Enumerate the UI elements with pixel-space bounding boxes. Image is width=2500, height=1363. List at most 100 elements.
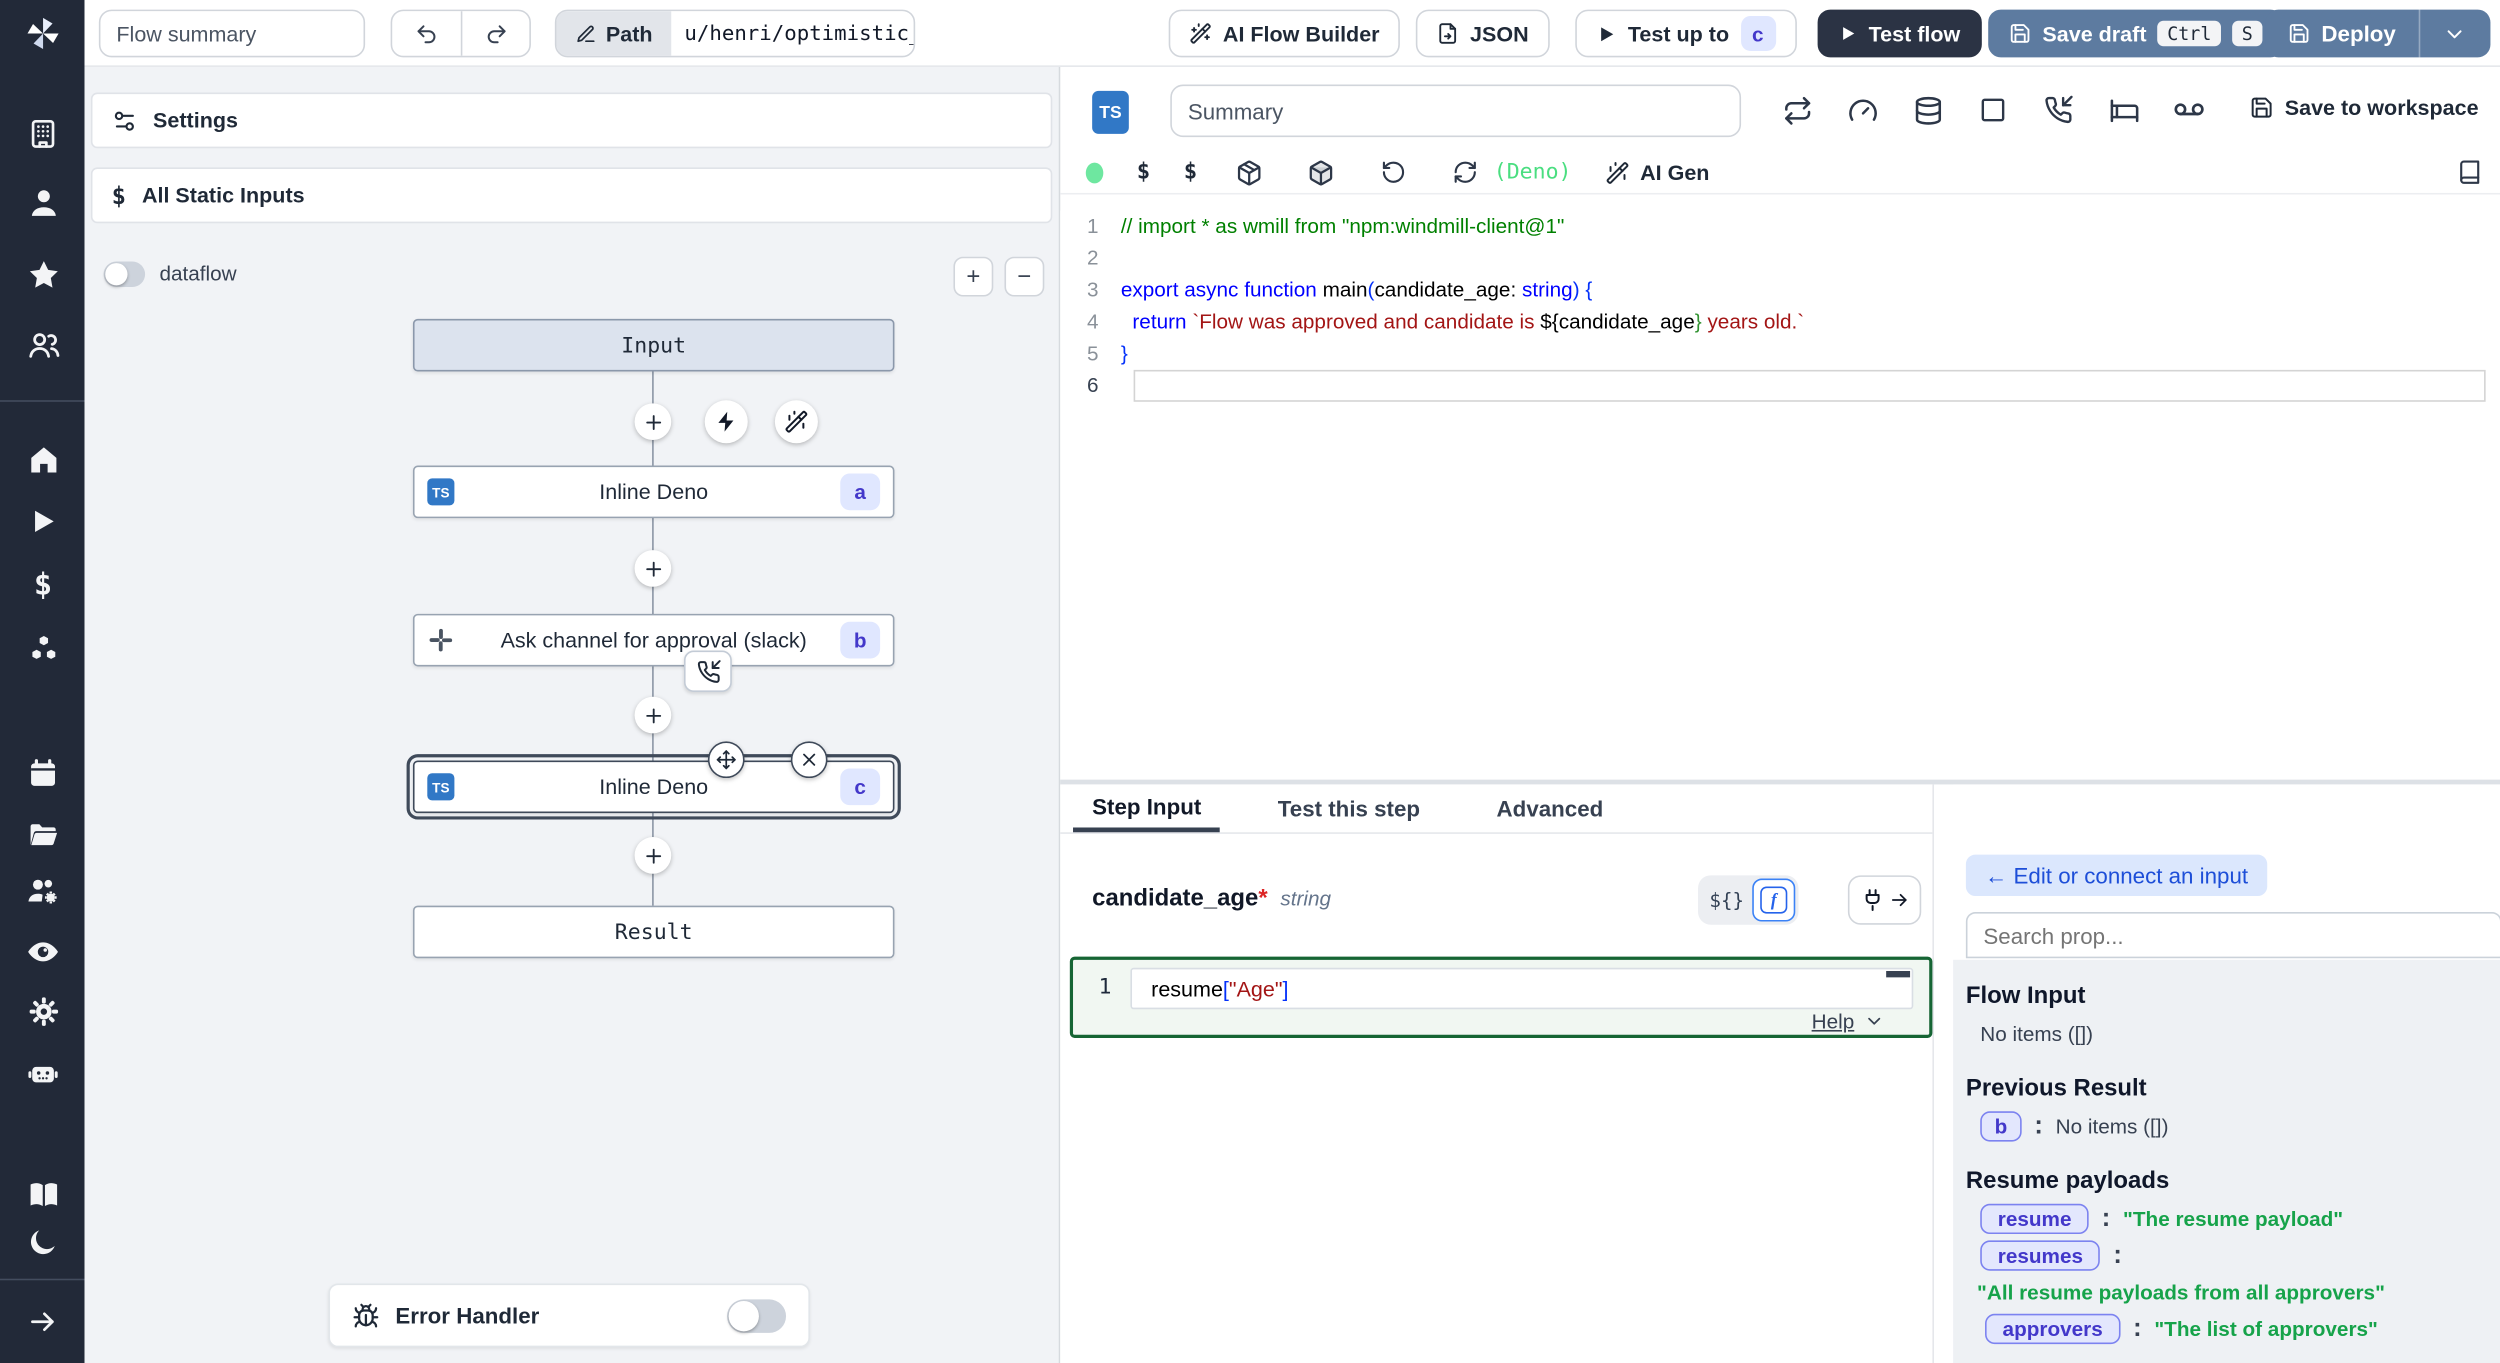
deploy-button[interactable]: Deploy <box>2266 10 2419 58</box>
home-icon[interactable] <box>26 442 61 477</box>
save-draft-button[interactable]: Save draft Ctrl S <box>1988 10 2283 58</box>
test-up-to-button[interactable]: Test up to c <box>1575 10 1796 58</box>
ai-gen-button[interactable]: AI Gen <box>1605 160 1709 184</box>
windmill-logo-icon[interactable] <box>22 13 63 54</box>
audit-eye-icon[interactable] <box>26 934 61 969</box>
add-step-button[interactable] <box>635 403 672 440</box>
search-prop-input[interactable] <box>1966 912 2500 958</box>
undo-button[interactable] <box>392 11 461 56</box>
retry-icon[interactable] <box>1778 91 1816 129</box>
deploy-dropdown-button[interactable] <box>2420 10 2490 58</box>
json-button[interactable]: JSON <box>1416 10 1550 58</box>
connect-input-button[interactable] <box>1848 875 1921 924</box>
error-handler-toggle[interactable] <box>727 1299 786 1332</box>
cache-database-icon[interactable] <box>1908 91 1946 129</box>
save-to-workspace-button[interactable]: Save to workspace <box>2250 96 2479 120</box>
prop-key-b[interactable]: b <box>1980 1111 2021 1141</box>
variables-dollar-icon[interactable]: $ <box>1137 159 1150 185</box>
reset-rotate-ccw-icon[interactable] <box>1374 153 1412 191</box>
code-line[interactable]: 3export async function main(candidate_ag… <box>1060 274 2492 306</box>
move-node-handle[interactable] <box>708 741 745 778</box>
settings-gear-icon[interactable] <box>26 993 61 1028</box>
docs-book-icon[interactable] <box>26 1177 61 1212</box>
editor-toolbar: $ $ (Deno) AI Gen <box>1060 151 2500 194</box>
ai-flow-builder-button[interactable]: AI Flow Builder <box>1169 10 1401 58</box>
suspend-phone-icon[interactable] <box>2039 91 2077 129</box>
save-icon <box>2250 96 2274 120</box>
tab-test-this-step[interactable]: Test this step <box>1259 784 1439 832</box>
flow-summary-input[interactable] <box>99 10 365 58</box>
path-edit-button[interactable]: Path <box>556 11 671 56</box>
add-step-button[interactable] <box>635 550 672 587</box>
expand-arrow-icon[interactable] <box>26 1304 61 1339</box>
runtime-switcher[interactable]: (Deno) <box>1446 153 1572 191</box>
flow-input-node[interactable]: Input <box>413 319 895 372</box>
add-step-button[interactable] <box>635 837 672 874</box>
code-line[interactable]: 6 <box>1060 370 2492 402</box>
template-mode-button[interactable]: ${} <box>1701 889 1752 911</box>
flow-result-node[interactable]: Result <box>413 906 895 959</box>
tab-advanced[interactable]: Advanced <box>1477 784 1622 832</box>
favorites-star-icon[interactable] <box>26 257 61 292</box>
early-stop-icon[interactable] <box>1974 91 2012 129</box>
sleep-bed-icon[interactable] <box>2105 91 2143 129</box>
folders-icon[interactable] <box>26 816 61 851</box>
resources-dollar-icon[interactable]: $ <box>1184 159 1197 185</box>
code-line[interactable]: 5} <box>1060 338 2492 370</box>
help-link[interactable]: Help <box>1812 1009 1855 1033</box>
chevron-down-icon[interactable] <box>1864 1011 1885 1032</box>
delete-node-button[interactable] <box>791 741 828 778</box>
path-value-input[interactable]: u/henri/optimistic_flo <box>672 11 914 56</box>
code-line[interactable]: 2 <box>1060 242 2492 274</box>
expression-editor[interactable]: 1 resume["Age"] Help <box>1070 957 1933 1038</box>
runs-play-icon[interactable] <box>26 504 61 539</box>
runtime-label: (Deno) <box>1494 159 1572 185</box>
dark-mode-moon-icon[interactable] <box>26 1224 61 1259</box>
library-icon[interactable] <box>2451 153 2489 191</box>
mock-voicemail-icon[interactable] <box>2170 91 2208 129</box>
code-line[interactable]: 4 return `Flow was approved and candidat… <box>1060 306 2492 338</box>
suspend-approval-badge[interactable] <box>684 651 732 692</box>
test-flow-button[interactable]: Test flow <box>1818 10 1981 58</box>
trigger-zap-button[interactable] <box>705 400 748 443</box>
colon: : <box>2102 1205 2110 1234</box>
error-handler-bar[interactable]: Error Handler <box>328 1283 810 1347</box>
zoom-in-button[interactable]: + <box>953 257 993 297</box>
ai-robot-icon[interactable] <box>26 1055 61 1090</box>
flow-node-a[interactable]: TS Inline Deno a <box>413 466 895 519</box>
groups-icon[interactable] <box>26 327 61 362</box>
summary-input[interactable] <box>1170 85 1741 138</box>
edit-or-connect-button[interactable]: ← Edit or connect an input <box>1966 855 2267 896</box>
schedules-calendar-icon[interactable] <box>26 756 61 791</box>
node-label: Ask channel for approval (slack) <box>415 628 893 652</box>
previous-result-value[interactable]: No items ([]) <box>2056 1114 2169 1138</box>
flow-node-b[interactable]: Ask channel for approval (slack) b <box>413 614 895 667</box>
add-step-button[interactable] <box>635 697 672 734</box>
workspace-icon[interactable] <box>26 116 61 151</box>
package-filled-icon[interactable] <box>1302 153 1340 191</box>
flow-input-value[interactable]: No items ([]) <box>1980 1022 2489 1046</box>
package-icon[interactable] <box>1231 153 1269 191</box>
sliders-icon <box>112 108 138 134</box>
tab-step-input[interactable]: Step Input <box>1073 784 1220 832</box>
code-editor[interactable]: 1// import * as wmill from "npm:windmill… <box>1060 210 2492 779</box>
variables-dollar-icon[interactable]: $ <box>26 568 61 603</box>
prop-key-resume[interactable]: resume <box>1980 1204 2089 1234</box>
prop-key-resumes[interactable]: resumes <box>1980 1240 2100 1270</box>
groups-admin-icon[interactable] <box>26 874 61 909</box>
function-mode-button[interactable]: f <box>1752 879 1795 922</box>
ai-wand-button[interactable] <box>775 400 818 443</box>
prop-key-approvers[interactable]: approvers <box>1985 1314 2120 1344</box>
expression-line[interactable]: resume["Age"] <box>1130 968 1913 1009</box>
dataflow-toggle[interactable] <box>104 261 145 287</box>
all-static-inputs-bar[interactable]: $ All Static Inputs <box>91 167 1052 223</box>
settings-bar[interactable]: Settings <box>91 92 1052 148</box>
resources-boxes-icon[interactable] <box>26 631 61 666</box>
redo-button[interactable] <box>461 11 530 56</box>
user-icon[interactable] <box>26 185 61 220</box>
scrollbar-handle[interactable] <box>1886 971 1910 977</box>
concurrency-gauge-icon[interactable] <box>1843 91 1881 129</box>
code-line[interactable]: 1// import * as wmill from "npm:windmill… <box>1060 210 2492 242</box>
zoom-out-button[interactable]: − <box>1004 257 1044 297</box>
wand-icon <box>1189 22 1211 44</box>
